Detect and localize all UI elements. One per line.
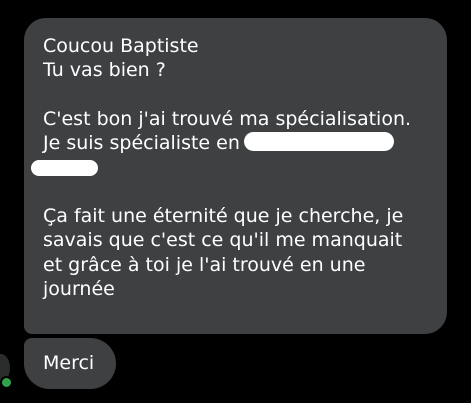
redaction-block [243, 132, 394, 152]
message-bubble-main[interactable]: Coucou Baptiste Tu vas bien ? C'est bon … [24, 18, 447, 334]
message-line-4: Je suis spécialiste en [43, 132, 240, 155]
message-line-3: C'est bon j'ai trouvé ma spécialisation. [43, 107, 412, 130]
message-line-1: Coucou Baptiste [43, 35, 199, 57]
message-text-merci: Merci [43, 352, 95, 374]
message-spacer [43, 83, 429, 107]
message-bubble-merci[interactable]: Merci [24, 338, 116, 389]
redaction-block-2 [31, 159, 98, 176]
message-line-8: et grâce à toi je l'ai trouvé en une [43, 253, 366, 276]
message-line-7: savais que c'est ce qu'il me manquait [43, 229, 403, 252]
message-line-6: Ça fait une éternité que je cherche, je [43, 205, 404, 228]
message-line-9: journée [43, 277, 115, 300]
online-status-dot-icon [0, 376, 13, 389]
message-spacer-2 [43, 180, 429, 204]
message-line-5-wrapper [31, 155, 429, 179]
message-line-4-wrapper: Je suis spécialiste en [43, 131, 429, 155]
message-line-2: Tu vas bien ? [43, 59, 166, 82]
